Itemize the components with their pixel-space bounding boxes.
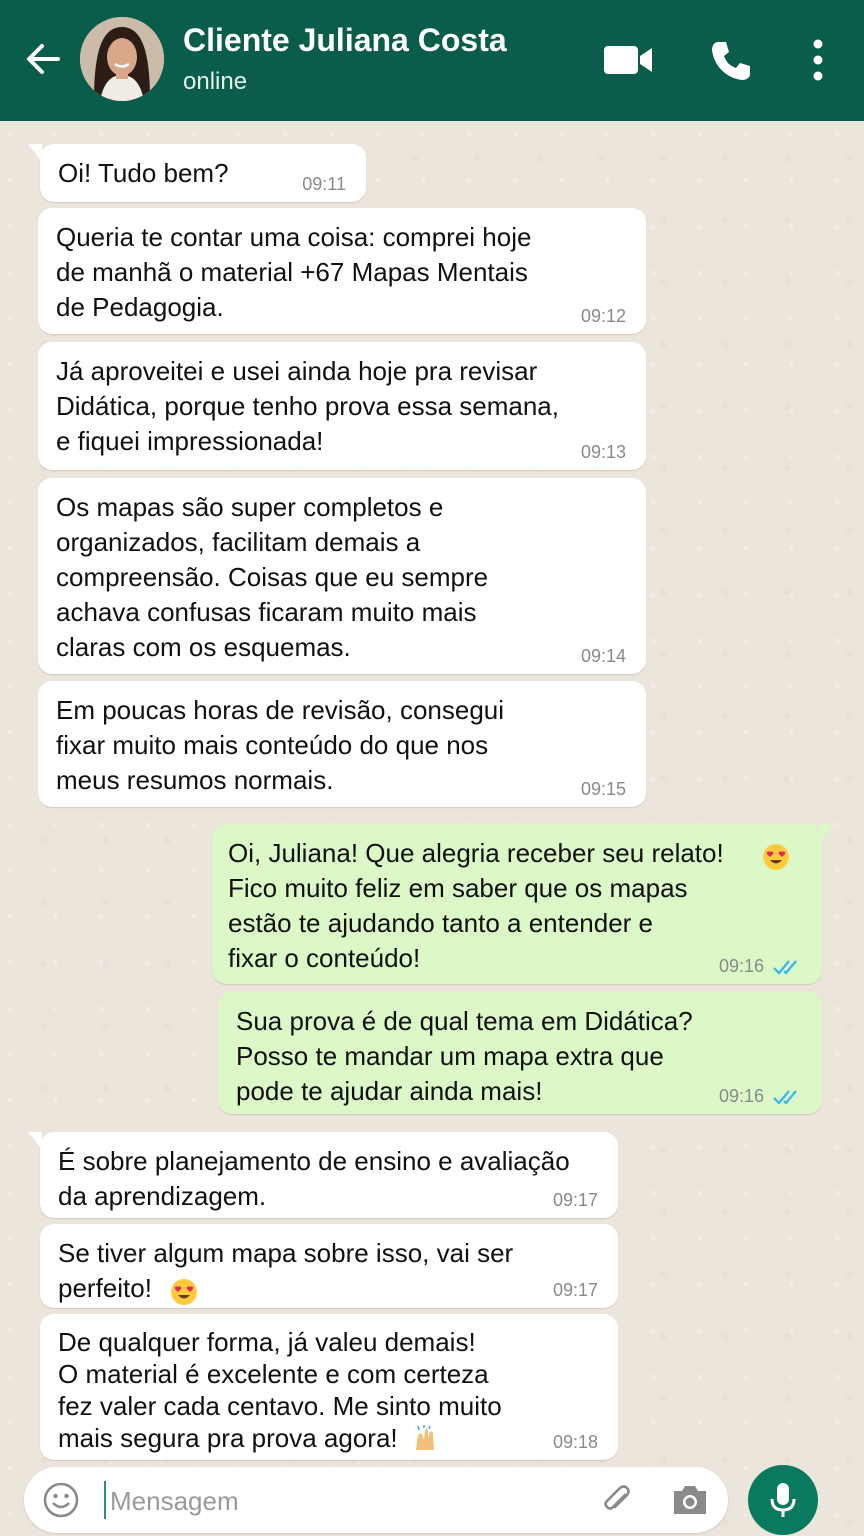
message-time: 09:13 xyxy=(580,442,626,462)
message-text: Já aproveitei e usei ainda hoje pra revi… xyxy=(56,356,559,456)
attach-icon[interactable] xyxy=(598,1481,636,1519)
message-time: 09:18 xyxy=(552,1432,598,1452)
more-options-icon[interactable] xyxy=(808,38,828,82)
message-bubble-outgoing[interactable]: Oi, Juliana! Que alegria receber seu rel… xyxy=(212,824,834,984)
avatar[interactable] xyxy=(80,17,164,101)
message-text: Os mapas são super completos e organizad… xyxy=(56,492,489,662)
contact-status: online xyxy=(183,68,248,95)
read-receipt-icon xyxy=(773,960,797,975)
chat-header: Cliente Juliana Costa online xyxy=(0,0,864,121)
emoji-icon[interactable] xyxy=(42,1481,80,1519)
message-time: 09:14 xyxy=(580,646,626,666)
message-bubble-outgoing[interactable]: Sua prova é de qual tema em Didática? Po… xyxy=(218,992,822,1114)
heart-eyes-emoji xyxy=(758,840,790,875)
message-bubble-incoming[interactable]: Os mapas são super completos e organizad… xyxy=(38,478,646,674)
message-time: 09:12 xyxy=(580,306,626,326)
message-text: Em poucas horas de revisão, consegui fix… xyxy=(56,695,505,795)
message-bubble-incoming[interactable]: É sobre planejamento de ensino e avaliaç… xyxy=(28,1132,618,1218)
message-time: 09:17 xyxy=(552,1190,598,1210)
message-text: Queria te contar uma coisa: comprei hoje… xyxy=(56,222,532,322)
microphone-icon xyxy=(770,1483,796,1517)
message-time: 09:17 xyxy=(552,1280,598,1300)
message-bubble-incoming[interactable]: De qualquer forma, já valeu demais! O ma… xyxy=(40,1314,618,1460)
raised-hands-emoji xyxy=(408,1421,440,1456)
message-bubble-incoming[interactable]: Oi! Tudo bem? 09:11 xyxy=(28,144,366,202)
voice-call-icon[interactable] xyxy=(708,38,754,84)
message-bubble-incoming[interactable]: Se tiver algum mapa sobre isso, vai ser … xyxy=(40,1224,618,1308)
message-input[interactable] xyxy=(108,1477,572,1525)
message-time: 09:15 xyxy=(580,779,626,799)
message-time: 09:16 xyxy=(718,956,764,976)
message-time: 09:16 xyxy=(718,1086,764,1106)
text-cursor xyxy=(104,1481,106,1519)
message-text: É sobre planejamento de ensino e avaliaç… xyxy=(58,1146,570,1211)
message-bubble-incoming[interactable]: Já aproveitei e usei ainda hoje pra revi… xyxy=(38,342,646,470)
read-receipt-icon xyxy=(773,1090,797,1105)
message-text: Oi, Juliana! Que alegria receber seu rel… xyxy=(228,838,724,973)
message-bubble-incoming[interactable]: Queria te contar uma coisa: comprei hoje… xyxy=(38,208,646,334)
message-time: 09:11 xyxy=(302,174,346,194)
heart-eyes-emoji xyxy=(166,1275,198,1310)
microphone-button[interactable] xyxy=(748,1465,818,1535)
camera-icon[interactable] xyxy=(670,1483,710,1517)
message-bubble-incoming[interactable]: Em poucas horas de revisão, consegui fix… xyxy=(38,681,646,807)
message-composer xyxy=(24,1467,728,1533)
message-text: Se tiver algum mapa sobre isso, vai ser … xyxy=(58,1238,514,1303)
contact-name[interactable]: Cliente Juliana Costa xyxy=(183,22,507,59)
back-arrow-icon[interactable] xyxy=(22,38,64,80)
video-call-icon[interactable] xyxy=(602,40,654,80)
